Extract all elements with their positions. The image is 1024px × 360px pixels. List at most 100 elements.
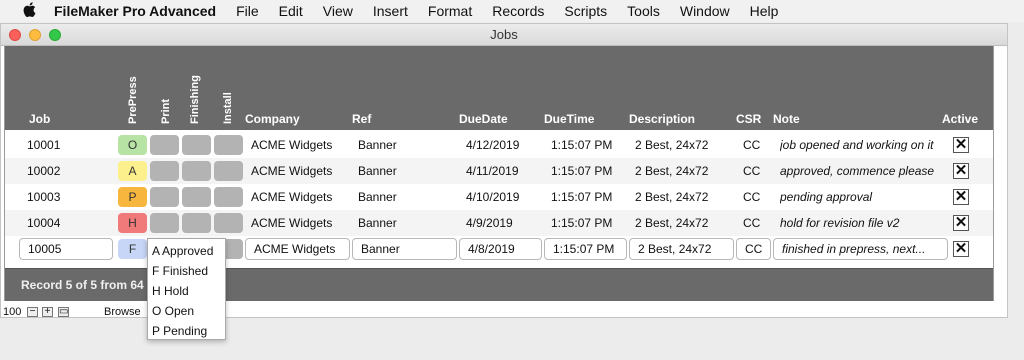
csr-field[interactable]: CC: [736, 238, 771, 260]
prepress-stage-badge[interactable]: F: [118, 239, 147, 259]
ref-field[interactable]: Banner: [352, 238, 457, 260]
duedate-cell[interactable]: 4/12/2019: [466, 132, 519, 158]
duedate-cell[interactable]: 4/10/2019: [466, 184, 519, 210]
company-cell[interactable]: ACME Widgets: [251, 158, 332, 184]
active-checkbox[interactable]: ✕: [953, 241, 969, 257]
note-cell[interactable]: pending approval: [780, 184, 980, 210]
zoom-level[interactable]: 100: [3, 306, 21, 318]
header-note: Note: [773, 112, 800, 126]
csr-cell[interactable]: CC: [743, 210, 760, 236]
dropdown-option-pending[interactable]: P Pending: [148, 321, 225, 341]
install-stage-cell[interactable]: [214, 187, 243, 207]
active-checkbox[interactable]: ✕: [953, 215, 969, 231]
dropdown-option-finished[interactable]: F Finished: [148, 261, 225, 281]
column-header: Job PrePress Print Finishing Install Com…: [5, 46, 993, 130]
install-stage-cell[interactable]: [214, 135, 243, 155]
note-field[interactable]: finished in prepress, next...: [773, 238, 948, 260]
finishing-stage-cell[interactable]: [182, 187, 211, 207]
duedate-field[interactable]: 4/8/2019: [459, 238, 542, 260]
menu-format[interactable]: Format: [428, 3, 472, 19]
table-row[interactable]: 10003 P ACME Widgets Banner 4/10/2019 1:…: [5, 184, 993, 210]
prepress-stage-badge[interactable]: P: [118, 187, 147, 207]
duedate-cell[interactable]: 4/11/2019: [466, 158, 519, 184]
job-cell[interactable]: 10004: [27, 210, 60, 236]
active-checkbox[interactable]: ✕: [953, 137, 969, 153]
table-row[interactable]: 10002 A ACME Widgets Banner 4/11/2019 1:…: [5, 158, 993, 184]
menu-bar: FileMaker Pro Advanced File Edit View In…: [0, 0, 1024, 22]
prepress-stage-badge[interactable]: H: [118, 213, 147, 233]
minimize-window-icon[interactable]: [29, 29, 41, 41]
active-checkbox[interactable]: ✕: [953, 189, 969, 205]
print-stage-cell[interactable]: [150, 135, 179, 155]
table-row[interactable]: 10004 H ACME Widgets Banner 4/9/2019 1:1…: [5, 210, 993, 236]
finishing-stage-cell[interactable]: [182, 161, 211, 181]
value-list-dropdown[interactable]: A Approved F Finished H Hold O Open P Pe…: [147, 238, 226, 340]
header-ref: Ref: [352, 112, 372, 126]
dropdown-option-approved[interactable]: A Approved: [148, 241, 225, 261]
app-name[interactable]: FileMaker Pro Advanced: [54, 3, 216, 19]
note-cell[interactable]: approved, commence please: [780, 158, 980, 184]
csr-cell[interactable]: CC: [743, 132, 760, 158]
menu-edit[interactable]: Edit: [279, 3, 303, 19]
active-checkbox[interactable]: ✕: [953, 163, 969, 179]
note-cell[interactable]: hold for revision file v2: [780, 210, 980, 236]
duetime-cell[interactable]: 1:15:07 PM: [551, 184, 612, 210]
dropdown-option-hold[interactable]: H Hold: [148, 281, 225, 301]
close-window-icon[interactable]: [9, 29, 21, 41]
table-row[interactable]: 10001 O ACME Widgets Banner 4/12/2019 1:…: [5, 132, 993, 158]
menu-records[interactable]: Records: [492, 3, 544, 19]
print-stage-cell[interactable]: [150, 161, 179, 181]
ref-cell[interactable]: Banner: [358, 132, 397, 158]
description-field[interactable]: 2 Best, 24x72: [629, 238, 734, 260]
menu-insert[interactable]: Insert: [373, 3, 408, 19]
description-cell[interactable]: 2 Best, 24x72: [635, 132, 708, 158]
job-field[interactable]: 10005: [19, 238, 113, 260]
job-cell[interactable]: 10002: [27, 158, 60, 184]
print-stage-cell[interactable]: [150, 187, 179, 207]
print-stage-cell[interactable]: [150, 213, 179, 233]
install-stage-cell[interactable]: [214, 213, 243, 233]
prepress-stage-badge[interactable]: O: [118, 135, 147, 155]
company-field[interactable]: ACME Widgets: [245, 238, 350, 260]
company-cell[interactable]: ACME Widgets: [251, 132, 332, 158]
job-cell[interactable]: 10003: [27, 184, 60, 210]
mode-indicator[interactable]: Browse: [104, 306, 141, 318]
zoom-out-icon[interactable]: −: [27, 307, 38, 317]
zoom-window-icon[interactable]: [49, 29, 61, 41]
description-cell[interactable]: 2 Best, 24x72: [635, 184, 708, 210]
prepress-stage-badge[interactable]: A: [118, 161, 147, 181]
menu-tools[interactable]: Tools: [627, 3, 660, 19]
window-title: Jobs: [490, 27, 518, 42]
ref-cell[interactable]: Banner: [358, 210, 397, 236]
header-job: Job: [29, 112, 51, 126]
job-cell[interactable]: 10001: [27, 132, 60, 158]
title-bar[interactable]: Jobs: [1, 24, 1007, 46]
company-cell[interactable]: ACME Widgets: [251, 184, 332, 210]
ref-cell[interactable]: Banner: [358, 158, 397, 184]
toggle-status-area-icon[interactable]: ▭: [58, 307, 69, 317]
menu-view[interactable]: View: [323, 3, 353, 19]
menu-file[interactable]: File: [236, 3, 259, 19]
description-cell[interactable]: 2 Best, 24x72: [635, 210, 708, 236]
finishing-stage-cell[interactable]: [182, 213, 211, 233]
company-cell[interactable]: ACME Widgets: [251, 210, 332, 236]
description-cell[interactable]: 2 Best, 24x72: [635, 158, 708, 184]
duetime-field[interactable]: 1:15:07 PM: [544, 238, 627, 260]
duetime-cell[interactable]: 1:15:07 PM: [551, 210, 612, 236]
duedate-cell[interactable]: 4/9/2019: [466, 210, 513, 236]
menu-scripts[interactable]: Scripts: [564, 3, 607, 19]
duetime-cell[interactable]: 1:15:07 PM: [551, 158, 612, 184]
menu-help[interactable]: Help: [750, 3, 779, 19]
csr-cell[interactable]: CC: [743, 158, 760, 184]
install-stage-cell[interactable]: [214, 161, 243, 181]
csr-cell[interactable]: CC: [743, 184, 760, 210]
finishing-stage-cell[interactable]: [182, 135, 211, 155]
ref-cell[interactable]: Banner: [358, 184, 397, 210]
duetime-cell[interactable]: 1:15:07 PM: [551, 132, 612, 158]
dropdown-option-open[interactable]: O Open: [148, 301, 225, 321]
header-duedate: DueDate: [459, 112, 508, 126]
zoom-in-icon[interactable]: +: [42, 307, 53, 317]
note-cell[interactable]: job opened and working on it: [780, 132, 980, 158]
menu-window[interactable]: Window: [680, 3, 730, 19]
apple-logo-icon[interactable]: [20, 1, 38, 21]
